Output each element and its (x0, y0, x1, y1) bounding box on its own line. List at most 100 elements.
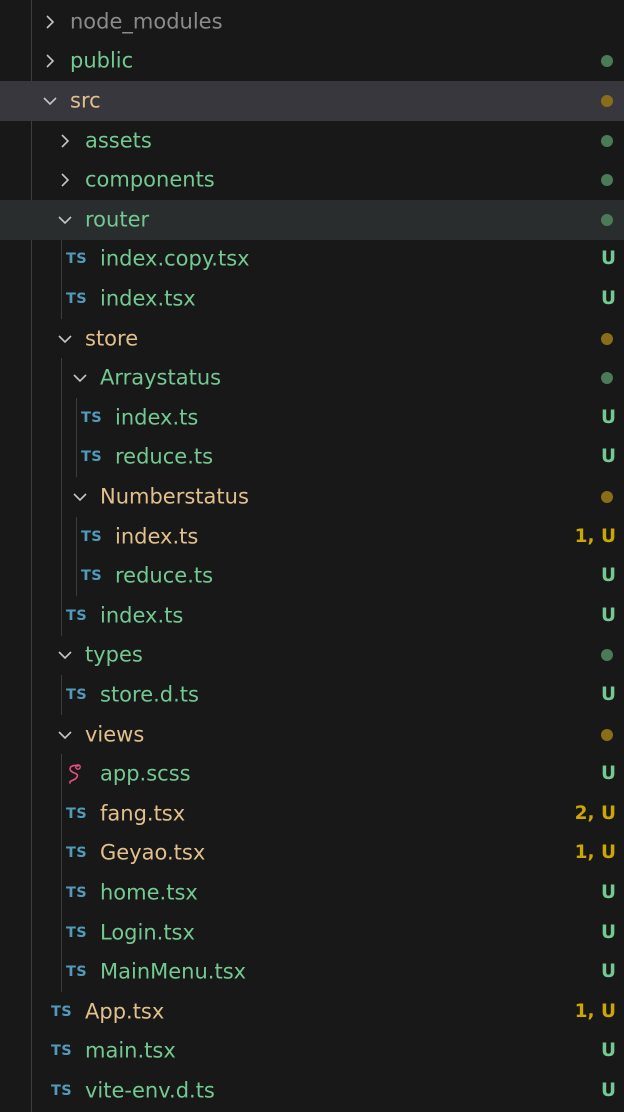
file-row-fang-tsx[interactable]: TS fang.tsx 2, U (0, 794, 624, 834)
folder-label: Arraystatus (100, 365, 222, 390)
git-status-badge: U (600, 406, 616, 428)
chevron-down-icon[interactable] (68, 366, 92, 390)
folder-label: router (85, 207, 150, 232)
file-row-index-ts[interactable]: TS index.ts 1, U (0, 516, 624, 557)
git-status-dot (601, 332, 613, 345)
folder-row-views[interactable]: views (0, 715, 624, 755)
typescript-file-icon: TS (81, 409, 102, 426)
indent-guide (61, 833, 62, 874)
git-status-dot (601, 649, 613, 662)
chevron-down-icon[interactable] (53, 327, 77, 351)
file-label: main.tsx (85, 1038, 176, 1063)
folder-row-node-modules[interactable]: node_modules (0, 2, 624, 42)
git-status-dot (601, 55, 613, 68)
folder-row-public[interactable]: public (0, 42, 624, 82)
indent-guide (61, 358, 62, 398)
file-label: reduce.ts (115, 444, 214, 469)
chevron-right-icon[interactable] (53, 168, 77, 192)
folder-label: store (85, 326, 139, 351)
typescript-file-icon: TS (51, 1082, 72, 1099)
chevron-right-icon[interactable] (38, 49, 62, 73)
git-status-dot (601, 372, 613, 385)
folder-row-assets[interactable]: assets (0, 121, 624, 161)
file-row-index-ts[interactable]: TS index.ts U (0, 596, 624, 636)
git-status-badge: 1, U (574, 525, 616, 547)
git-status-badge: U (600, 763, 616, 785)
file-row-index-ts[interactable]: TS index.ts U (0, 398, 624, 438)
chevron-right-icon[interactable] (53, 129, 77, 153)
folder-label: src (70, 88, 101, 113)
file-label: home.tsx (100, 880, 198, 905)
folder-label: assets (85, 128, 152, 153)
folder-row-arraystatus[interactable]: Arraystatus (0, 358, 624, 398)
file-row-geyao-tsx[interactable]: TS Geyao.tsx 1, U (0, 833, 624, 874)
file-row-login-tsx[interactable]: TS Login.tsx U (0, 912, 624, 953)
chevron-down-icon[interactable] (68, 485, 92, 509)
git-status-badge: U (600, 446, 616, 468)
git-status-badge: 2, U (574, 802, 616, 824)
folder-row-numberstatus[interactable]: Numberstatus (0, 477, 624, 517)
scss-file-icon (66, 762, 92, 786)
file-row-home-tsx[interactable]: TS home.tsx U (0, 873, 624, 913)
typescript-file-icon: TS (66, 607, 87, 624)
chevron-down-icon[interactable] (53, 643, 77, 667)
indent-guide (76, 556, 77, 596)
file-row-store-d-ts[interactable]: TS store.d.ts U (0, 675, 624, 715)
indent-guide (61, 556, 62, 596)
file-label: index.ts (115, 524, 199, 549)
file-row-vite-env-d-ts[interactable]: TS vite-env.d.ts U (0, 1071, 624, 1111)
file-row-index-tsx[interactable]: TS index.tsx U (0, 279, 624, 319)
typescript-file-icon: TS (81, 449, 102, 466)
file-row-app-scss[interactable]: app.scss U (0, 754, 624, 794)
git-status-badge: U (600, 921, 616, 943)
typescript-file-icon: TS (81, 528, 102, 545)
git-status-badge: U (600, 961, 616, 983)
typescript-file-icon: TS (66, 924, 87, 941)
folder-label: Numberstatus (100, 484, 249, 509)
chevron-right-icon[interactable] (38, 10, 62, 34)
indent-guide (61, 516, 62, 557)
git-status-dot (601, 174, 613, 187)
git-status-badge: U (600, 248, 616, 270)
file-label: fang.tsx (100, 801, 186, 826)
file-row-reduce-ts[interactable]: TS reduce.ts U (0, 437, 624, 478)
indent-guide (76, 398, 77, 438)
git-status-dot (601, 134, 613, 147)
indent-guide (76, 516, 77, 557)
typescript-file-icon: TS (66, 845, 87, 862)
indent-guide (61, 437, 62, 478)
folder-row-src[interactable]: src (0, 81, 624, 121)
git-status-badge: U (600, 604, 616, 626)
typescript-file-icon: TS (66, 805, 87, 822)
folder-label: components (85, 167, 215, 192)
git-status-badge: 1, U (574, 842, 616, 864)
file-label: Geyao.tsx (100, 840, 206, 865)
git-status-badge: U (600, 1040, 616, 1062)
file-label: index.ts (100, 603, 184, 628)
typescript-file-icon: TS (81, 568, 102, 585)
file-row-app-tsx[interactable]: TS App.tsx 1, U (0, 992, 624, 1032)
file-row-reduce-ts[interactable]: TS reduce.ts U (0, 556, 624, 596)
file-label: vite-env.d.ts (85, 1078, 215, 1103)
file-explorer-tree: node_modulespublic src assets components rou… (0, 0, 624, 1112)
git-status-dot (601, 94, 613, 107)
chevron-down-icon[interactable] (53, 723, 77, 747)
folder-row-types[interactable]: types (0, 636, 624, 676)
file-row-index-copy-tsx[interactable]: TS index.copy.tsx U (0, 239, 624, 280)
chevron-down-icon[interactable] (53, 208, 77, 232)
folder-label: public (70, 48, 134, 73)
indent-guide (61, 596, 62, 636)
folder-row-store[interactable]: store (0, 319, 624, 359)
file-label: index.copy.tsx (100, 246, 250, 271)
file-row-main-tsx[interactable]: TS main.tsx U (0, 1032, 624, 1072)
chevron-down-icon[interactable] (38, 89, 62, 113)
file-row-mainmenu-tsx[interactable]: TS MainMenu.tsx U (0, 952, 624, 992)
file-label: Login.tsx (100, 920, 195, 945)
folder-row-components[interactable]: components (0, 160, 624, 200)
indent-guide (61, 279, 62, 319)
git-status-badge: U (600, 288, 616, 310)
file-label: store.d.ts (100, 682, 199, 707)
folder-row-router[interactable]: router (0, 200, 624, 240)
file-label: index.ts (115, 405, 199, 430)
indent-guide (61, 873, 62, 913)
